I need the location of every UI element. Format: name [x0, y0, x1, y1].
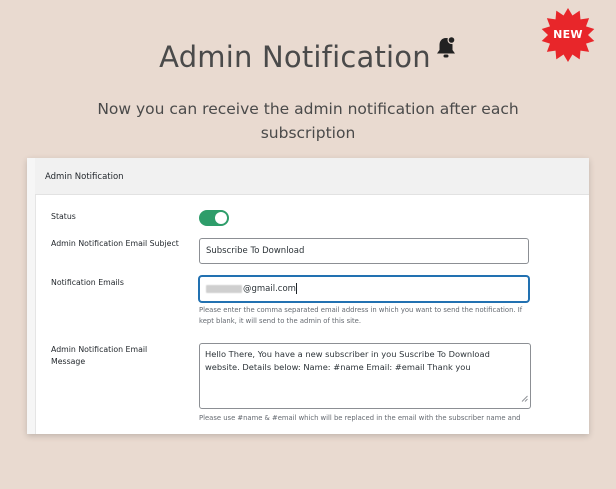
emails-input[interactable]: @gmail.com: [199, 276, 529, 302]
message-textarea[interactable]: Hello There, You have a new subscriber i…: [199, 343, 531, 409]
status-label: Status: [51, 212, 76, 221]
subject-input[interactable]: Subscribe To Download: [199, 238, 529, 264]
message-textarea-text: Hello There, You have a new subscriber i…: [205, 349, 490, 372]
panel-header: Admin Notification: [35, 158, 589, 195]
text-caret: [295, 283, 297, 294]
resize-handle-icon[interactable]: [521, 393, 528, 406]
panel-header-title: Admin Notification: [45, 172, 124, 182]
emails-label: Notification Emails: [51, 278, 124, 287]
panel-left-edge: [27, 158, 36, 434]
hero-subtitle: Now you can receive the admin notificati…: [97, 100, 519, 142]
status-toggle[interactable]: [199, 210, 229, 226]
settings-panel: Admin Notification Status Admin Notifica…: [27, 158, 589, 434]
emails-input-suffix: @gmail.com: [243, 284, 296, 294]
status-toggle-knob: [215, 212, 227, 224]
hero-title: Admin Notification: [0, 35, 616, 74]
redacted-email-username: [206, 284, 242, 293]
message-label: Admin Notification Email Message: [51, 345, 148, 366]
hero-title-text: Admin Notification: [159, 40, 431, 74]
subject-label: Admin Notification Email Subject: [51, 239, 179, 248]
emails-help-text: Please enter the comma separated email a…: [199, 306, 523, 325]
message-help-text: Please use #name & #email which will be …: [199, 414, 521, 422]
bell-icon: [435, 34, 457, 68]
